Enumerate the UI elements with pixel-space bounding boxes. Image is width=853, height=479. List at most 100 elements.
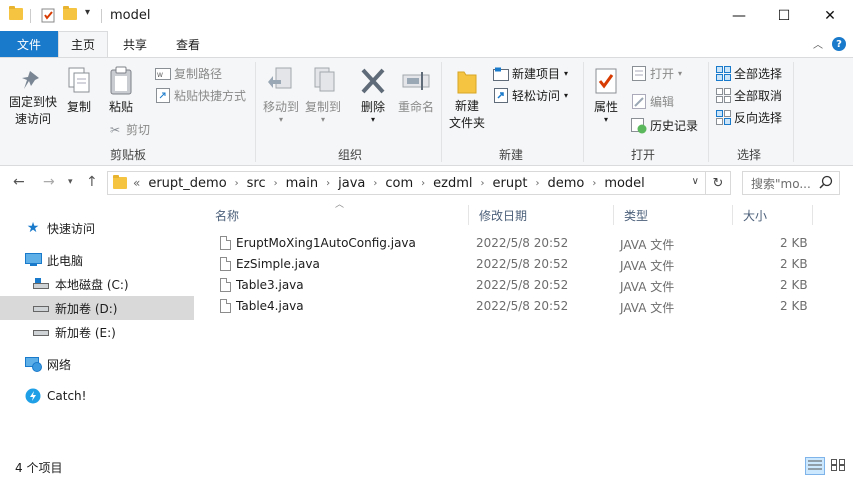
recent-locations-chevron-icon[interactable]: ▾ bbox=[68, 177, 73, 187]
table-row[interactable]: EzSimple.java 2022/5/8 20:52 JAVA 文件 2 K… bbox=[213, 254, 823, 275]
select-all-label: 全部选择 bbox=[734, 67, 783, 81]
breadcrumb-overflow[interactable]: « bbox=[133, 176, 140, 190]
select-none-button[interactable]: 全部取消 bbox=[715, 87, 782, 104]
tab-share[interactable]: 共享 bbox=[112, 31, 158, 57]
large-icons-view-icon bbox=[831, 458, 845, 474]
copy-path-button[interactable]: W 复制路径 bbox=[155, 65, 222, 82]
breadcrumb-separator-icon[interactable]: › bbox=[235, 178, 239, 189]
address-field[interactable]: « erupt_demo › src › main › java › com › ezdm… bbox=[107, 171, 706, 195]
details-view-button[interactable] bbox=[805, 457, 825, 475]
large-icons-view-button[interactable] bbox=[828, 457, 848, 475]
breadcrumb-item[interactable]: src bbox=[247, 176, 266, 191]
nav-quick-access[interactable]: ★ 快速访问 bbox=[0, 216, 194, 240]
help-icon[interactable]: ? bbox=[832, 37, 846, 51]
folder-icon bbox=[9, 6, 23, 20]
delete-button[interactable]: 删除 ▾ bbox=[356, 66, 390, 124]
divider bbox=[793, 62, 794, 162]
properties-button[interactable]: 属性 ▾ bbox=[589, 66, 623, 124]
open-chevron-icon: ▾ bbox=[678, 69, 683, 78]
file-size: 2 KB bbox=[780, 278, 808, 292]
file-icon bbox=[220, 278, 231, 292]
copy-button[interactable]: 复制 bbox=[62, 66, 96, 116]
tab-home[interactable]: 主页 bbox=[58, 31, 108, 57]
cut-button[interactable]: ✂ 剪切 bbox=[107, 121, 150, 138]
easy-access-icon bbox=[493, 88, 509, 104]
rename-button[interactable]: 重命名 bbox=[396, 66, 436, 116]
table-row[interactable]: EruptMoXing1AutoConfig.java 2022/5/8 20:… bbox=[213, 233, 823, 254]
nav-catch[interactable]: Catch! bbox=[0, 384, 194, 408]
properties-quick-icon[interactable] bbox=[41, 7, 55, 23]
breadcrumb-item[interactable]: java bbox=[338, 176, 365, 191]
refresh-button[interactable]: ↻ bbox=[706, 171, 731, 195]
breadcrumb-separator-icon[interactable]: › bbox=[592, 178, 596, 189]
search-input[interactable]: 搜索"mo... bbox=[742, 171, 840, 195]
breadcrumb-item[interactable]: demo bbox=[547, 176, 584, 191]
new-item-chevron-icon: ▾ bbox=[564, 69, 569, 78]
invert-selection-button[interactable]: 反向选择 bbox=[715, 109, 782, 126]
nav-this-pc[interactable]: 此电脑 bbox=[0, 248, 194, 272]
back-arrow-icon[interactable]: ← bbox=[13, 174, 25, 190]
open-group-label: 打开 bbox=[630, 148, 655, 162]
new-folder-label-line1: 新建 bbox=[454, 99, 479, 113]
breadcrumb-item[interactable]: erupt_demo bbox=[148, 176, 226, 191]
nav-drive-c[interactable]: 本地磁盘 (C:) bbox=[0, 272, 194, 296]
paste-button[interactable]: 粘贴 bbox=[103, 66, 139, 116]
collapse-ribbon-icon[interactable]: ︿ bbox=[813, 36, 823, 51]
table-row[interactable]: Table4.java 2022/5/8 20:52 JAVA 文件 2 KB bbox=[213, 296, 823, 317]
breadcrumb-item[interactable]: main bbox=[286, 176, 318, 191]
open-button[interactable]: 打开 ▾ bbox=[631, 65, 682, 82]
up-arrow-icon[interactable]: ↑ bbox=[86, 174, 98, 190]
search-icon bbox=[819, 175, 833, 192]
easy-access-button[interactable]: 轻松访问 ▾ bbox=[493, 87, 568, 104]
forward-arrow-icon[interactable]: → bbox=[43, 174, 55, 190]
computer-icon bbox=[24, 252, 42, 268]
breadcrumb-item[interactable]: ezdml bbox=[433, 176, 472, 191]
copy-to-chevron-icon: ▾ bbox=[320, 115, 325, 124]
organize-group-label: 组织 bbox=[337, 148, 362, 162]
breadcrumb-item[interactable]: erupt bbox=[493, 176, 528, 191]
breadcrumb-separator-icon[interactable]: › bbox=[274, 178, 278, 189]
breadcrumb-separator-icon[interactable]: › bbox=[535, 178, 539, 189]
maximize-button[interactable]: ☐ bbox=[761, 0, 807, 31]
paste-shortcut-button[interactable]: 粘贴快捷方式 bbox=[155, 87, 246, 104]
rename-label: 重命名 bbox=[397, 100, 434, 114]
column-header-name[interactable]: 名称 bbox=[205, 205, 469, 225]
new-folder-quick-icon[interactable] bbox=[63, 6, 77, 20]
move-to-button[interactable]: 移动到 ▾ bbox=[261, 66, 301, 124]
breadcrumb-separator-icon[interactable]: › bbox=[481, 178, 485, 189]
customize-qa-chevron-icon[interactable]: ▾ bbox=[85, 7, 90, 18]
address-dropdown-chevron-icon[interactable]: ∨ bbox=[692, 176, 699, 187]
copy-to-button[interactable]: 复制到 ▾ bbox=[303, 66, 343, 124]
divider bbox=[708, 62, 709, 162]
history-button[interactable]: 历史记录 bbox=[631, 117, 698, 134]
breadcrumb-separator-icon[interactable]: › bbox=[326, 178, 330, 189]
tab-file[interactable]: 文件 bbox=[0, 31, 58, 57]
nav-network[interactable]: 网络 bbox=[0, 352, 194, 376]
column-header-type[interactable]: 类型 bbox=[614, 205, 733, 225]
new-item-button[interactable]: 新建项目 ▾ bbox=[493, 65, 568, 82]
nav-drive-e[interactable]: 新加卷 (E:) bbox=[0, 320, 194, 344]
file-modified: 2022/5/8 20:52 bbox=[476, 257, 569, 271]
divider bbox=[583, 62, 584, 162]
table-row[interactable]: Table3.java 2022/5/8 20:52 JAVA 文件 2 KB bbox=[213, 275, 823, 296]
close-button[interactable]: ✕ bbox=[807, 0, 853, 31]
breadcrumb-item[interactable]: model bbox=[604, 176, 644, 191]
drive-icon bbox=[32, 276, 50, 292]
pin-quick-access-button[interactable]: 固定到快 速访问 bbox=[6, 68, 60, 128]
breadcrumb-item[interactable]: com bbox=[385, 176, 413, 191]
column-header-modified[interactable]: 修改日期 bbox=[469, 205, 614, 225]
easy-access-label: 轻松访问 bbox=[512, 89, 561, 103]
column-header-size[interactable]: 大小 bbox=[733, 205, 813, 225]
select-all-button[interactable]: 全部选择 bbox=[715, 65, 782, 82]
easy-access-chevron-icon: ▾ bbox=[564, 91, 569, 100]
tab-view[interactable]: 查看 bbox=[165, 31, 211, 57]
new-folder-button[interactable]: 新建 文件夹 bbox=[447, 66, 487, 132]
edit-button[interactable]: 编辑 bbox=[631, 93, 674, 110]
minimize-button[interactable]: — bbox=[716, 0, 762, 31]
nav-drive-d[interactable]: 新加卷 (D:) bbox=[0, 296, 194, 320]
cut-label: 剪切 bbox=[126, 123, 151, 137]
open-icon bbox=[631, 66, 647, 82]
maximize-icon: ☐ bbox=[777, 7, 791, 24]
breadcrumb-separator-icon[interactable]: › bbox=[421, 178, 425, 189]
breadcrumb-separator-icon[interactable]: › bbox=[373, 178, 377, 189]
